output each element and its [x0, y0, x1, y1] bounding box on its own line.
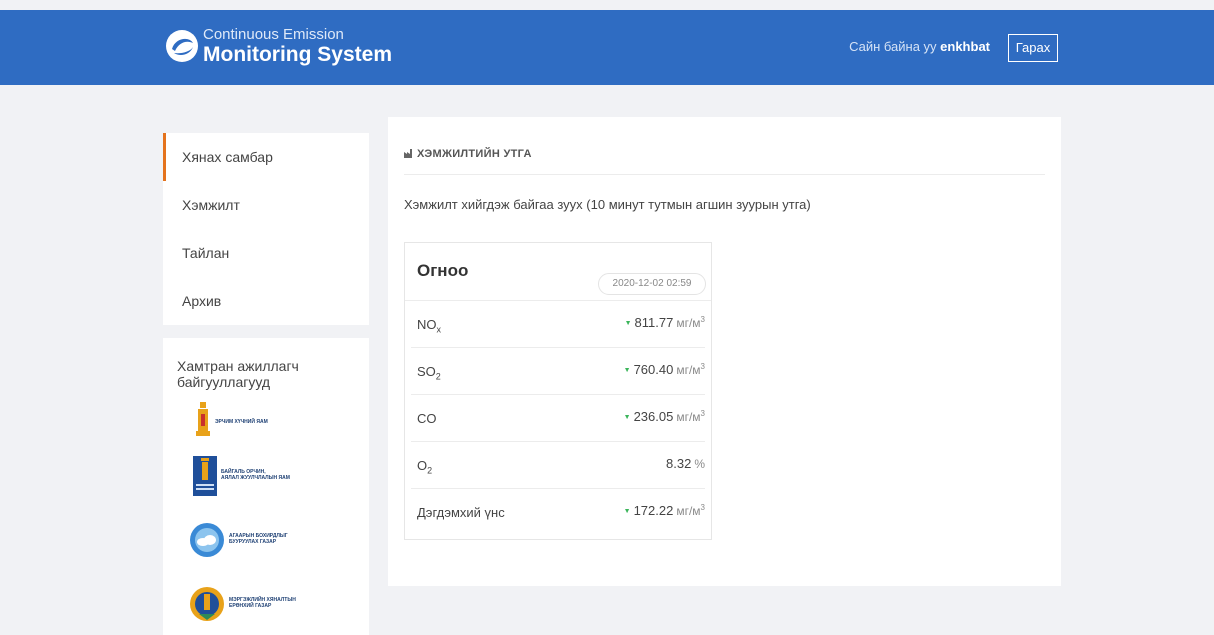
- sidebar-item-measurement[interactable]: Хэмжилт: [163, 181, 369, 229]
- air-agency-logo-icon: [190, 523, 224, 557]
- partner-inspection-agency[interactable]: МЭРГЭЖЛИЙН ХЯНАЛТЫН ЕРӨНХИЙ ГАЗАР: [189, 584, 296, 624]
- date-badge: 2020-12-02 02:59: [598, 273, 706, 295]
- partner-name-line2: БУУРУУЛАХ ГАЗАР: [229, 539, 277, 545]
- top-header: Continuous Emission Monitoring System Са…: [0, 10, 1214, 85]
- logo-line-2: Monitoring System: [203, 43, 393, 66]
- trend-down-icon: ▼: [624, 320, 632, 327]
- partner-name-line2: АЯЛАЛ ЖУУЛЧЛАЛЫН ЯАМ: [221, 475, 290, 481]
- inspection-agency-logo-icon: [190, 587, 224, 621]
- measurement-row-co: CO ▼ 236.05 мг/м3: [411, 395, 705, 442]
- measurement-name: NOx: [417, 317, 441, 335]
- sidebar-nav: Хянах самбар Хэмжилт Тайлан Архив: [163, 133, 369, 325]
- factory-icon: [404, 148, 414, 158]
- measurement-value: ▼ 760.40 мг/м3: [623, 362, 705, 377]
- measurement-value: 8.32 %: [666, 456, 705, 471]
- partner-name-line2: ЕРӨНХИЙ ГАЗАР: [229, 603, 272, 609]
- trend-down-icon: ▼: [623, 414, 631, 421]
- trend-down-icon: ▼: [623, 508, 631, 515]
- partners-section: Хамтран ажиллагч байгууллагууд ЭРЧИМ ХҮЧ…: [163, 338, 369, 635]
- username: enkhbat: [940, 39, 990, 54]
- partner-name-line1: ЭРЧИМ ХҮЧНИЙ ЯАМ: [215, 419, 268, 425]
- measurement-name: SO2: [417, 364, 441, 382]
- partner-environment-ministry[interactable]: БАЙГАЛЬ ОРЧИН, АЯЛАЛ ЖУУЛЧЛАЛЫН ЯАМ: [193, 456, 290, 496]
- panel-description: Хэмжилт хийгдэж байгаа зуух (10 минут ту…: [404, 197, 811, 212]
- card-title: Огноо: [417, 261, 469, 280]
- logout-button[interactable]: Гарах: [1008, 34, 1058, 62]
- soyombo-emblem-icon: [196, 402, 210, 436]
- ministry-emblem-icon: [193, 456, 217, 496]
- measurement-name: O2: [417, 458, 433, 476]
- measurement-value: ▼ 172.22 мг/м3: [623, 503, 705, 518]
- measurement-value: ▼ 811.77 мг/м3: [624, 315, 705, 330]
- panel-title: ХЭМЖИЛТИЙН УТГА: [404, 148, 532, 160]
- measurement-row-so2: SO2 ▼ 760.40 мг/м3: [411, 348, 705, 395]
- greeting-prefix: Сайн байна уу: [849, 39, 941, 54]
- app-logo[interactable]: Continuous Emission Monitoring System: [165, 24, 392, 68]
- main-panel: ХЭМЖИЛТИЙН УТГА Хэмжилт хийгдэж байгаа з…: [388, 117, 1061, 586]
- panel-divider: [404, 174, 1045, 175]
- sidebar-item-dashboard[interactable]: Хянах самбар: [163, 133, 369, 181]
- measurement-name: Дэгдэмхий үнс: [417, 505, 505, 520]
- partner-air-agency[interactable]: АГААРЫН БОХИРДЛЫГ БУУРУУЛАХ ГАЗАР: [189, 522, 288, 558]
- logo-swirl-icon: [166, 30, 198, 62]
- measurement-name: CO: [417, 411, 437, 426]
- sidebar-item-report[interactable]: Тайлан: [163, 229, 369, 277]
- partner-energy-ministry[interactable]: ЭРЧИМ ХҮЧНИЙ ЯАМ: [195, 402, 268, 438]
- partners-title: Хамтран ажиллагч байгууллагууд: [177, 358, 299, 390]
- measurement-row-fly-ash: Дэгдэмхий үнс ▼ 172.22 мг/м3: [411, 489, 705, 535]
- trend-down-icon: ▼: [623, 367, 631, 374]
- measurement-value: ▼ 236.05 мг/м3: [623, 409, 705, 424]
- sidebar-item-archive[interactable]: Архив: [163, 277, 369, 325]
- logo-line-1: Continuous Emission: [203, 26, 344, 43]
- sidebar: Хянах самбар Хэмжилт Тайлан Архив Хамтра…: [163, 133, 369, 635]
- card-header: Огноо 2020-12-02 02:59: [405, 243, 711, 301]
- measurement-row-o2: O2 8.32 %: [411, 442, 705, 489]
- panel-title-text: ХЭМЖИЛТИЙН УТГА: [417, 148, 532, 160]
- measurement-card: Огноо 2020-12-02 02:59 NOx ▼ 811.77 мг/м…: [404, 242, 712, 540]
- greeting: Сайн байна уу enkhbat: [849, 39, 990, 54]
- measurement-row-nox: NOx ▼ 811.77 мг/м3: [411, 301, 705, 348]
